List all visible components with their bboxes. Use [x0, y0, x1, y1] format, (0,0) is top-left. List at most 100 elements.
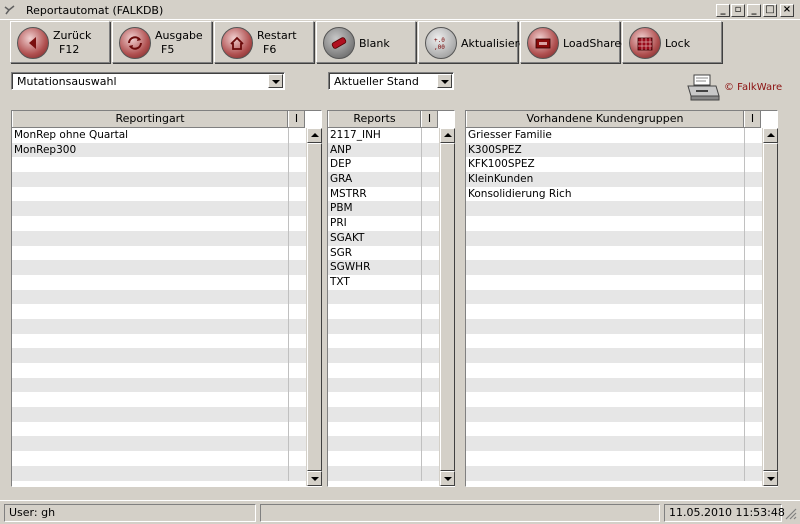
reportingart-column-header[interactable]: Reportingart — [12, 111, 288, 127]
table-row[interactable] — [466, 436, 762, 452]
table-row[interactable]: Griesser Familie — [466, 128, 762, 143]
table-row[interactable] — [12, 260, 306, 275]
table-row[interactable]: Konsolidierung Rich — [466, 186, 762, 202]
table-row[interactable] — [466, 201, 762, 217]
output-button[interactable]: Ausgabe F5 — [112, 21, 212, 63]
table-row[interactable]: K300SPEZ — [466, 142, 762, 158]
scroll-up-button[interactable] — [440, 128, 455, 143]
table-row[interactable]: SGR — [328, 245, 439, 261]
table-row[interactable]: KleinKunden — [466, 172, 762, 187]
table-row[interactable]: PRI — [328, 216, 439, 231]
table-row[interactable]: 2117_INH — [328, 128, 439, 143]
reports-grid[interactable]: Reports I 2117_INH ANP DEP GRA MSTRR PBM PRI SG… — [327, 110, 455, 487]
scroll-up-button[interactable] — [307, 128, 322, 143]
chevron-down-icon[interactable] — [437, 74, 452, 88]
table-row[interactable] — [466, 465, 762, 481]
scroll-thumb[interactable] — [763, 143, 778, 471]
blank-button[interactable]: Blank — [316, 21, 416, 63]
table-row[interactable] — [466, 230, 762, 246]
scroll-down-button[interactable] — [307, 471, 322, 486]
vertical-scrollbar[interactable] — [306, 128, 322, 486]
table-row[interactable]: KFK100SPEZ — [466, 157, 762, 173]
table-row[interactable] — [12, 274, 306, 290]
table-row[interactable] — [328, 304, 439, 319]
table-row[interactable]: MSTRR — [328, 186, 439, 202]
mutation-select[interactable]: Mutationsauswahl — [11, 72, 285, 90]
kundengruppen-grid[interactable]: Vorhandene Kundengruppen I Griesser Fami… — [465, 110, 778, 487]
flag-column-header[interactable]: I — [421, 111, 438, 127]
load-shared-button[interactable]: LoadShared — [520, 21, 628, 63]
table-row[interactable] — [328, 377, 439, 393]
vertical-scrollbar[interactable] — [439, 128, 455, 486]
close-button[interactable]: × — [780, 4, 794, 17]
table-row[interactable] — [12, 230, 306, 246]
table-row[interactable]: SGWHR — [328, 260, 439, 275]
scroll-thumb[interactable] — [307, 143, 322, 471]
table-row[interactable] — [466, 407, 762, 422]
table-row[interactable]: MonRep ohne Quartal — [12, 128, 306, 143]
scroll-down-button[interactable] — [440, 471, 455, 486]
table-row[interactable] — [466, 421, 762, 437]
table-row[interactable] — [12, 451, 306, 466]
refresh-button[interactable]: +.0,00 Aktualisiere — [418, 21, 526, 63]
table-row[interactable] — [12, 363, 306, 378]
kundengruppen-column-header[interactable]: Vorhandene Kundengruppen — [466, 111, 744, 127]
table-row[interactable] — [466, 260, 762, 275]
table-row[interactable] — [328, 289, 439, 305]
table-row[interactable]: SGAKT — [328, 230, 439, 246]
table-row[interactable] — [466, 348, 762, 363]
table-row[interactable] — [12, 201, 306, 217]
table-row[interactable] — [466, 304, 762, 319]
table-row[interactable] — [328, 451, 439, 466]
table-row[interactable] — [12, 157, 306, 173]
minimize-button[interactable]: _ — [747, 4, 761, 17]
table-row[interactable] — [12, 436, 306, 452]
table-row[interactable] — [328, 318, 439, 334]
table-row[interactable]: GRA — [328, 172, 439, 187]
table-row[interactable] — [466, 216, 762, 231]
maximize-child-button[interactable]: ▫ — [731, 4, 745, 17]
chevron-down-icon[interactable] — [268, 74, 283, 88]
table-row[interactable] — [466, 363, 762, 378]
scroll-down-button[interactable] — [763, 471, 778, 486]
flag-column-header[interactable]: I — [288, 111, 305, 127]
table-row[interactable] — [328, 465, 439, 481]
table-row[interactable]: MonRep300 — [12, 142, 306, 158]
table-row[interactable] — [328, 348, 439, 363]
table-row[interactable] — [466, 377, 762, 393]
table-row[interactable] — [12, 289, 306, 305]
table-row[interactable] — [328, 363, 439, 378]
table-row[interactable] — [328, 436, 439, 452]
vertical-scrollbar[interactable] — [762, 128, 778, 486]
table-row[interactable] — [12, 172, 306, 187]
reports-column-header[interactable]: Reports — [328, 111, 421, 127]
table-row[interactable] — [12, 333, 306, 349]
table-row[interactable] — [466, 245, 762, 261]
table-row[interactable] — [466, 318, 762, 334]
table-row[interactable] — [328, 392, 439, 408]
table-row[interactable] — [12, 318, 306, 334]
table-row[interactable]: ANP — [328, 142, 439, 158]
state-select[interactable]: Aktueller Stand — [328, 72, 454, 90]
table-row[interactable] — [12, 304, 306, 319]
resize-grip-icon[interactable] — [784, 507, 798, 521]
back-button[interactable]: Zurück F12 — [10, 21, 110, 63]
table-row[interactable]: PBM — [328, 201, 439, 217]
printer-icon[interactable] — [686, 74, 720, 102]
table-row[interactable] — [12, 407, 306, 422]
reportingart-grid[interactable]: Reportingart I MonRep ohne Quartal MonRep… — [11, 110, 322, 487]
table-row[interactable]: DEP — [328, 157, 439, 173]
table-row[interactable] — [328, 333, 439, 349]
restore-child-button[interactable]: _ — [716, 4, 730, 17]
table-row[interactable] — [12, 216, 306, 231]
scroll-up-button[interactable] — [763, 128, 778, 143]
table-row[interactable] — [466, 333, 762, 349]
table-row[interactable] — [328, 421, 439, 437]
table-row[interactable] — [12, 377, 306, 393]
maximize-button[interactable]: □ — [763, 4, 777, 17]
table-row[interactable] — [12, 348, 306, 363]
table-row[interactable] — [466, 451, 762, 466]
table-row[interactable] — [12, 245, 306, 261]
table-row[interactable] — [12, 465, 306, 481]
table-row[interactable] — [466, 274, 762, 290]
